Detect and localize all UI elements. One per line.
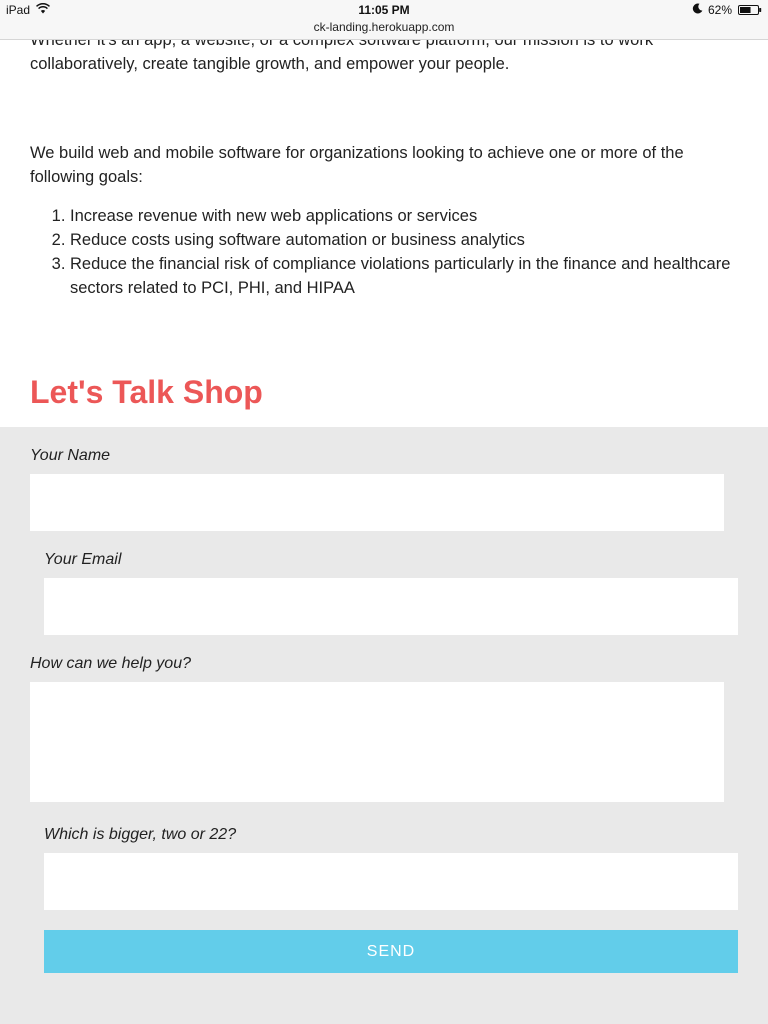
captcha-input[interactable] bbox=[44, 853, 738, 910]
intro-paragraph-goals: We build web and mobile software for org… bbox=[30, 144, 684, 186]
captcha-label: Which is bigger, two or 22? bbox=[44, 826, 237, 843]
name-label: Your Name bbox=[30, 447, 111, 464]
name-input[interactable] bbox=[30, 474, 724, 531]
message-label: How can we help you? bbox=[30, 655, 191, 672]
email-label: Your Email bbox=[44, 551, 122, 568]
goal-item: Reduce costs using software automation o… bbox=[70, 228, 740, 252]
contact-form: Your Name Your Email How can we help you… bbox=[0, 427, 768, 1024]
contact-section-title: Let's Talk Shop bbox=[30, 374, 263, 410]
status-time: 11:05 PM bbox=[358, 3, 410, 17]
send-button[interactable]: SEND bbox=[44, 930, 738, 973]
battery-icon bbox=[738, 5, 762, 15]
goal-item: Increase revenue with new web applicatio… bbox=[70, 204, 740, 228]
message-textarea[interactable] bbox=[30, 682, 724, 802]
status-bar: iPad 11:05 PM ck-landing.herokuapp.com 6… bbox=[0, 0, 768, 40]
moon-icon bbox=[692, 3, 703, 14]
goals-list: Increase revenue with new web applicatio… bbox=[30, 204, 740, 300]
goal-item: Reduce the financial risk of compliance … bbox=[70, 252, 740, 300]
email-input[interactable] bbox=[44, 578, 738, 635]
address-bar-url[interactable]: ck-landing.herokuapp.com bbox=[0, 20, 768, 34]
battery-percent: 62% bbox=[708, 3, 733, 17]
